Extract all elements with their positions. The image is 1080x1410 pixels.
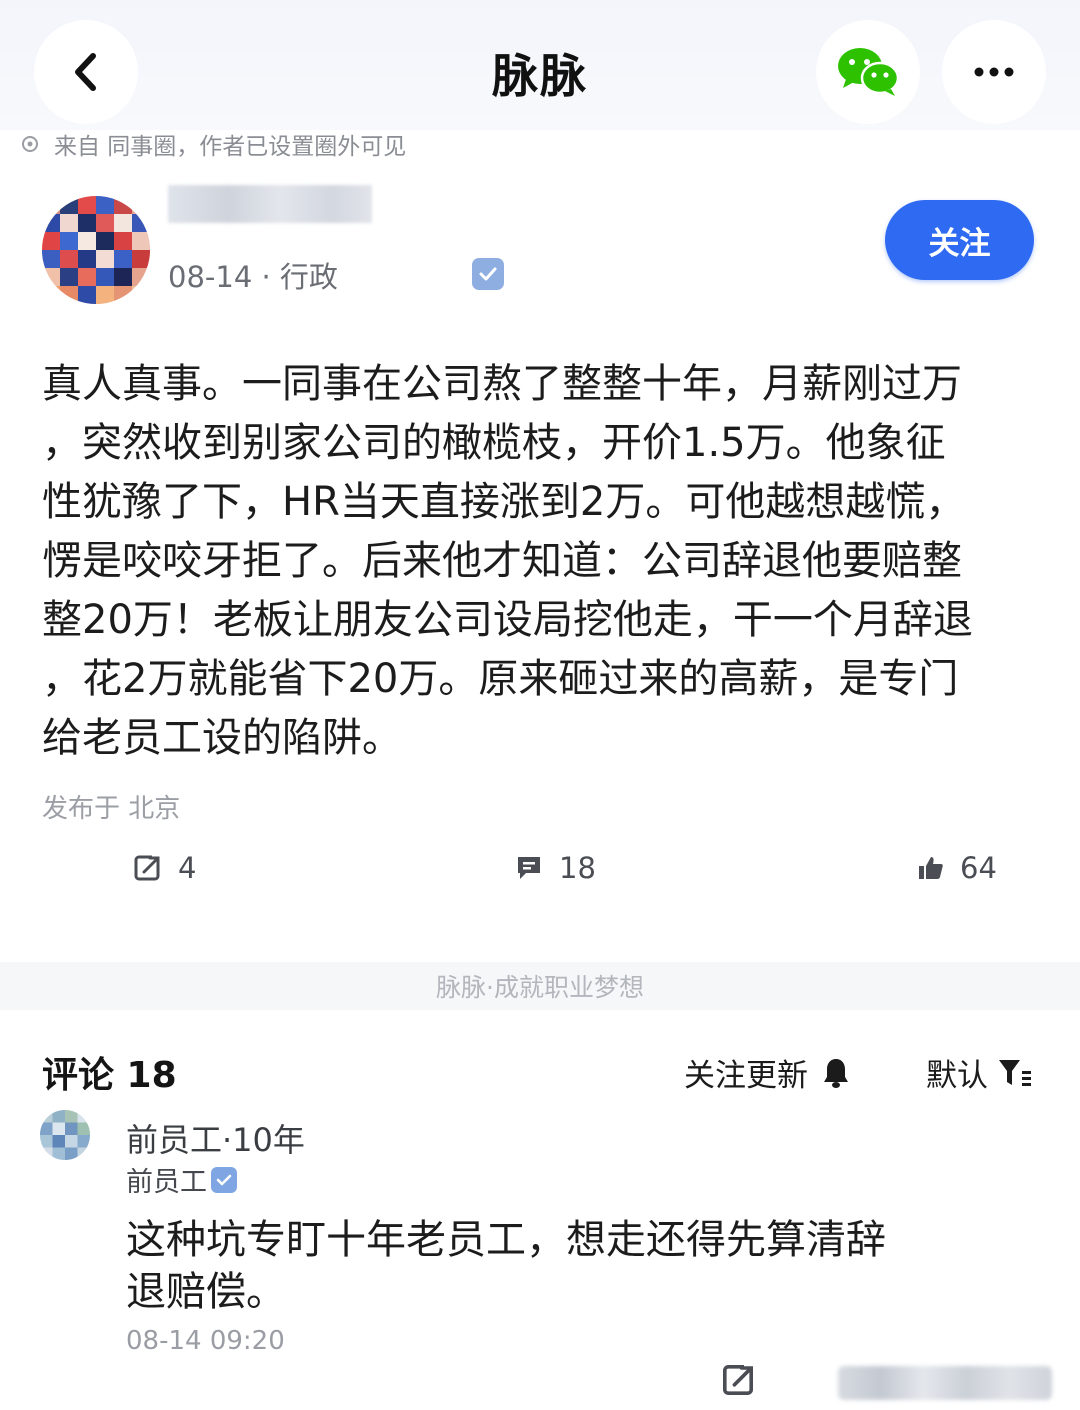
comment-count: 18: [559, 851, 596, 885]
share-action[interactable]: 4: [132, 846, 196, 890]
author-name-blurred[interactable]: [168, 185, 372, 223]
comment-time: 08-14 09:20: [126, 1326, 285, 1356]
pixelated-avatar-image: [42, 196, 150, 304]
commenter-avatar[interactable]: [40, 1110, 90, 1160]
wechat-share-button[interactable]: [816, 20, 920, 124]
post-meta: 08-14 · 行政: [168, 260, 338, 294]
thumbs-up-icon: [919, 857, 943, 879]
circle-location-icon: [22, 136, 38, 152]
slogan-text: 脉脉·成就职业梦想: [436, 973, 644, 1002]
top-nav-bar: 脉脉: [0, 0, 1080, 130]
commenter-name[interactable]: 前员工·10年: [126, 1115, 305, 1161]
share-icon: [723, 1365, 753, 1395]
sort-label: 默认: [926, 1058, 988, 1094]
comment-action[interactable]: 18: [515, 846, 596, 890]
pixelated-avatar-image: [40, 1110, 90, 1160]
blurred-watermark: [838, 1366, 1052, 1400]
comment-share-button[interactable]: [720, 1362, 756, 1402]
comments-title: 评论 18: [42, 1055, 177, 1096]
follow-button[interactable]: 关注: [885, 200, 1034, 280]
comment-text: 这种坑专盯十年老员工，想走还得先算清辞 退赔偿。: [126, 1217, 886, 1315]
share-count: 4: [178, 851, 197, 885]
subscribe-label: 关注更新: [684, 1058, 808, 1094]
commenter-role-label: 前员工: [126, 1167, 207, 1198]
bell-icon: [824, 1058, 848, 1088]
post-source-text: 来自 同事圈，作者已设置圈外可见: [54, 134, 407, 160]
author-avatar[interactable]: [42, 196, 150, 304]
comment-icon: [518, 857, 540, 879]
filter-icon: [999, 1059, 1031, 1086]
more-dots-icon: [974, 67, 1014, 77]
post-location: 发布于 北京: [42, 794, 181, 824]
slogan-divider: 脉脉·成就职业梦想: [0, 962, 1080, 1010]
like-action[interactable]: 64: [918, 846, 997, 890]
post-source-row: 来自 同事圈，作者已设置圈外可见: [20, 126, 406, 162]
verified-badge-icon: [211, 1166, 237, 1193]
like-count: 64: [960, 851, 997, 885]
sort-selector[interactable]: 默认: [926, 1050, 1032, 1095]
post-content: 真人真事。一同事在公司熬了整整十年，月薪刚过万 ，突然收到别家公司的橄榄枝，开价…: [42, 361, 973, 761]
more-options-button[interactable]: [942, 20, 1046, 124]
commenter-role: 前员工: [126, 1160, 237, 1199]
verified-badge-icon: [472, 258, 504, 290]
share-icon: [134, 855, 160, 881]
wechat-icon: [838, 48, 900, 96]
subscribe-updates-button[interactable]: 关注更新: [684, 1050, 850, 1095]
